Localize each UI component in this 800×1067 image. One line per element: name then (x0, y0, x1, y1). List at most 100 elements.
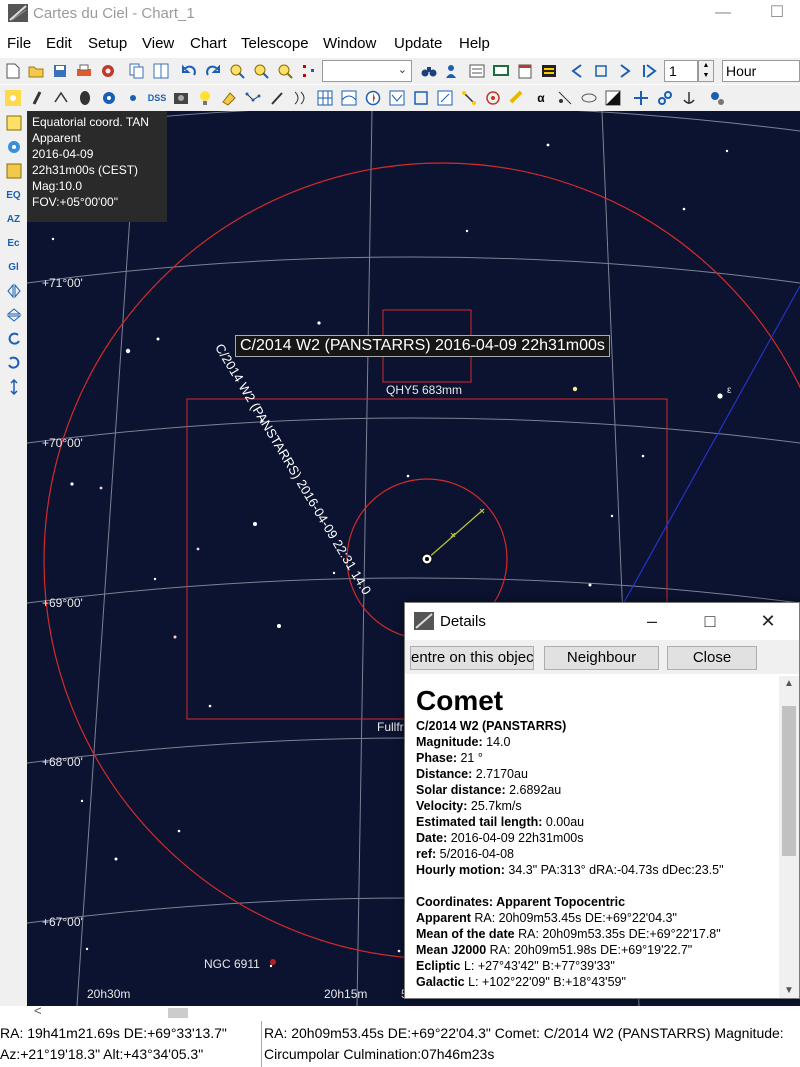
star-icon[interactable] (4, 89, 22, 107)
open-folder-icon[interactable] (27, 62, 45, 80)
menu-window[interactable]: Window (323, 35, 376, 52)
flip-vertical-icon[interactable] (4, 305, 23, 324)
zoom-in-icon[interactable] (228, 62, 246, 80)
pen-icon[interactable] (268, 89, 286, 107)
redo-icon[interactable] (204, 62, 222, 80)
step-forward-icon[interactable] (616, 62, 634, 80)
horizon-icon[interactable] (388, 89, 406, 107)
target-icon[interactable] (484, 89, 502, 107)
rotate-ccw-icon[interactable] (4, 353, 23, 372)
proj-az-button[interactable]: AZ (4, 210, 23, 229)
details-title-bar: Details – □ ✕ (405, 603, 799, 639)
az-grid-icon[interactable] (340, 89, 358, 107)
proj-eq-button[interactable]: EQ (4, 186, 23, 205)
menu-view[interactable]: View (142, 35, 174, 52)
minimize-button[interactable]: — (700, 2, 746, 24)
anchor-icon[interactable] (680, 89, 698, 107)
planet-icon[interactable] (124, 89, 142, 107)
undo-icon[interactable] (180, 62, 198, 80)
line-icon[interactable] (52, 89, 70, 107)
galaxy-icon[interactable] (100, 89, 118, 107)
chart-horizontal-scroll[interactable]: < (0, 1003, 800, 1020)
nebula-icon[interactable] (28, 89, 46, 107)
vertical-arrows-icon[interactable] (4, 377, 23, 396)
time-step-input[interactable]: 1 (664, 60, 698, 82)
details-close-icon[interactable]: ✕ (753, 609, 783, 633)
telescope-icon[interactable] (708, 89, 726, 107)
maximize-button[interactable]: ☐ (754, 2, 800, 24)
save-icon[interactable] (51, 62, 69, 80)
menu-telescope[interactable]: Telescope (241, 35, 309, 52)
link-icon[interactable] (656, 89, 674, 107)
split-view-icon[interactable] (152, 62, 170, 80)
calc-icon[interactable] (4, 161, 23, 180)
details-scrollbar[interactable]: ▲ ▼ (779, 676, 799, 998)
close-button[interactable]: Close (667, 646, 757, 670)
binoculars-icon[interactable] (420, 62, 438, 80)
details-scroll-thumb[interactable] (782, 706, 796, 856)
proj-ecl-button[interactable]: Ec (4, 234, 23, 253)
comet-track-icon[interactable] (460, 89, 478, 107)
eq-grid-icon[interactable] (316, 89, 334, 107)
night-vision-icon[interactable] (604, 89, 622, 107)
flip-horizontal-icon[interactable] (4, 281, 23, 300)
object-list-icon[interactable] (468, 62, 486, 80)
refresh-icon[interactable] (4, 137, 23, 156)
rotate-cw-icon[interactable] (4, 329, 23, 348)
coord-row: Apparent RA: 20h09m53.45s DE:+69°22'04.3… (416, 911, 677, 925)
settings-gear-icon[interactable] (99, 62, 117, 80)
measure-icon[interactable] (508, 89, 526, 107)
move-arrows-icon[interactable] (632, 89, 650, 107)
find-person-icon[interactable] (444, 62, 462, 80)
details-maximize-button[interactable]: □ (695, 609, 725, 633)
boundary-icon[interactable] (292, 89, 310, 107)
details-dialog: Details – □ ✕ entre on this objec Neighb… (404, 602, 800, 999)
print-icon[interactable] (75, 62, 93, 80)
scroll-thumb[interactable] (168, 1008, 188, 1018)
zoom-field-icon[interactable] (276, 62, 294, 80)
fast-forward-icon[interactable] (640, 62, 658, 80)
new-file-icon[interactable] (4, 62, 22, 80)
menu-edit[interactable]: Edit (46, 35, 72, 52)
detail-row: Date: 2016-04-09 22h31m00s (416, 831, 584, 845)
time-bar-icon[interactable] (540, 62, 558, 80)
stop-icon[interactable] (592, 62, 610, 80)
sun-icon[interactable] (580, 89, 598, 107)
menu-help[interactable]: Help (459, 35, 490, 52)
scroll-left-icon[interactable]: < (34, 1003, 42, 1018)
details-minimize-button[interactable]: – (637, 609, 667, 633)
menu-setup[interactable]: Setup (88, 35, 127, 52)
scroll-up-icon[interactable]: ▲ (784, 678, 794, 689)
photo-icon[interactable] (172, 89, 190, 107)
menu-update[interactable]: Update (394, 35, 442, 52)
coord-row: Ecliptic L: +27°43'42" B:+77°39'33" (416, 959, 615, 973)
centre-on-object-button[interactable]: entre on this objec (410, 646, 534, 670)
calendar-icon[interactable] (516, 62, 534, 80)
milky-way-icon[interactable] (76, 89, 94, 107)
proj-gal-button[interactable]: Gl (4, 258, 23, 277)
coord-row: Mean J2000 RA: 20h09m51.98s DE:+69°19'22… (416, 943, 693, 957)
copy-icon[interactable] (128, 62, 146, 80)
zoom-out-icon[interactable] (252, 62, 270, 80)
lightbulb-icon[interactable] (196, 89, 214, 107)
compass-icon[interactable] (364, 89, 382, 107)
eraser-icon[interactable] (220, 89, 238, 107)
time-step-spinner[interactable]: ▲ ▼ (698, 60, 714, 82)
details-content: Comet C/2014 W2 (PANSTARRS) Magnitude: 1… (407, 676, 779, 998)
alpha-label-button[interactable]: α (532, 89, 550, 107)
time-unit-selector[interactable]: Hour (722, 60, 800, 82)
labels-icon[interactable] (556, 89, 574, 107)
constellation-lines-icon[interactable] (244, 89, 262, 107)
frame-icon[interactable] (412, 89, 430, 107)
menu-file[interactable]: File (7, 35, 31, 52)
ruler-icon[interactable] (436, 89, 454, 107)
screen-icon[interactable] (492, 62, 510, 80)
step-back-icon[interactable] (568, 62, 586, 80)
rotate-chart-icon[interactable] (4, 113, 23, 132)
fov-selector[interactable]: ⌄ (322, 60, 412, 82)
menu-chart[interactable]: Chart (190, 35, 227, 52)
scroll-down-icon[interactable]: ▼ (784, 985, 794, 996)
dss-button[interactable]: DSS (146, 89, 168, 107)
fov-marks-icon[interactable] (300, 62, 318, 80)
neighbour-button[interactable]: Neighbour (544, 646, 659, 670)
